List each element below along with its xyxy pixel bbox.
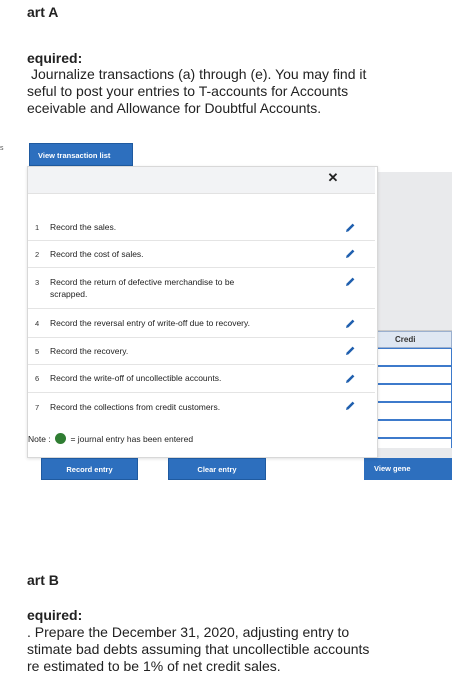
pencil-icon[interactable] xyxy=(344,400,356,412)
transaction-text-line-1: Record the return of defective merchandi… xyxy=(50,277,235,287)
legend-note: Note : = journal entry has been entered xyxy=(28,433,193,444)
transaction-number: 1 xyxy=(35,223,40,232)
transaction-text: Record the write-off of uncollectible ac… xyxy=(50,373,222,383)
part-a-instructions: Journalize transactions (a) through (e).… xyxy=(27,66,366,117)
transaction-number: 6 xyxy=(35,374,40,383)
transaction-row: 3 Record the return of defective merchan… xyxy=(28,268,375,309)
part-b-line-3: re estimated to be 1% of net credit sale… xyxy=(27,658,281,674)
pencil-icon[interactable] xyxy=(344,318,356,330)
credit-column-header: Credi xyxy=(376,331,452,348)
part-b-line-1: . Prepare the December 31, 2020, adjusti… xyxy=(27,624,350,640)
popup-header xyxy=(28,167,375,194)
note-prefix: Note : xyxy=(28,434,51,444)
part-a-line-1: Journalize transactions (a) through (e).… xyxy=(31,66,367,82)
part-a-line-2: seful to post your entries to T-accounts… xyxy=(27,83,349,99)
part-b-line-2: stimate bad debts assuming that uncollec… xyxy=(27,641,370,657)
credit-cell[interactable] xyxy=(376,402,452,420)
transaction-text-line-2: scrapped. xyxy=(50,289,88,299)
part-b-instructions: . Prepare the December 31, 2020, adjusti… xyxy=(27,624,369,675)
transaction-row: 5 Record the recovery. xyxy=(28,338,375,365)
pencil-icon[interactable] xyxy=(344,345,356,357)
part-a-title: art A xyxy=(27,4,59,20)
credit-cell[interactable] xyxy=(376,438,452,448)
transaction-row: 1 Record the sales. xyxy=(28,212,375,241)
record-entry-button[interactable]: Record entry xyxy=(41,458,138,480)
credit-cell[interactable] xyxy=(376,384,452,402)
part-a-required-label: equired: xyxy=(27,50,83,66)
transaction-row: 6 Record the write-off of uncollectible … xyxy=(28,365,375,393)
view-general-journal-button[interactable]: View gene xyxy=(364,458,452,480)
transaction-row: 7 Record the collections from credit cus… xyxy=(28,393,375,421)
transaction-number: 7 xyxy=(35,403,40,412)
clear-entry-button[interactable]: Clear entry xyxy=(168,458,266,480)
transaction-number: 3 xyxy=(35,278,40,287)
credit-cell[interactable] xyxy=(376,420,452,438)
transaction-text: Record the sales. xyxy=(50,222,117,232)
transaction-text: Record the reversal entry of write-off d… xyxy=(50,318,250,328)
transaction-text: Record the cost of sales. xyxy=(50,249,144,259)
view-transaction-list-button[interactable]: View transaction list xyxy=(29,143,133,166)
transaction-number: 2 xyxy=(35,250,40,259)
pencil-icon[interactable] xyxy=(344,276,356,288)
transaction-number: 5 xyxy=(35,347,40,356)
pencil-icon[interactable] xyxy=(344,373,356,385)
pencil-icon[interactable] xyxy=(344,222,356,234)
transaction-text: Record the collections from credit custo… xyxy=(50,402,221,412)
entered-dot-icon xyxy=(55,433,67,444)
transaction-number: 4 xyxy=(35,319,40,328)
note-suffix: = journal entry has been entered xyxy=(70,434,194,444)
credit-cell[interactable] xyxy=(376,366,452,384)
transaction-row: 4 Record the reversal entry of write-off… xyxy=(28,309,375,338)
edge-marker: s xyxy=(0,145,4,152)
pencil-icon[interactable] xyxy=(344,248,356,260)
close-icon[interactable]: ✕ xyxy=(326,170,340,186)
part-b-required-label: equired: xyxy=(27,607,83,623)
credit-cell[interactable] xyxy=(376,348,452,366)
part-a-line-3: eceivable and Allowance for Doubtful Acc… xyxy=(27,100,322,116)
transaction-row: 2 Record the cost of sales. xyxy=(28,241,375,268)
part-b-title: art B xyxy=(27,572,59,588)
transaction-text: Record the recovery. xyxy=(50,346,129,356)
